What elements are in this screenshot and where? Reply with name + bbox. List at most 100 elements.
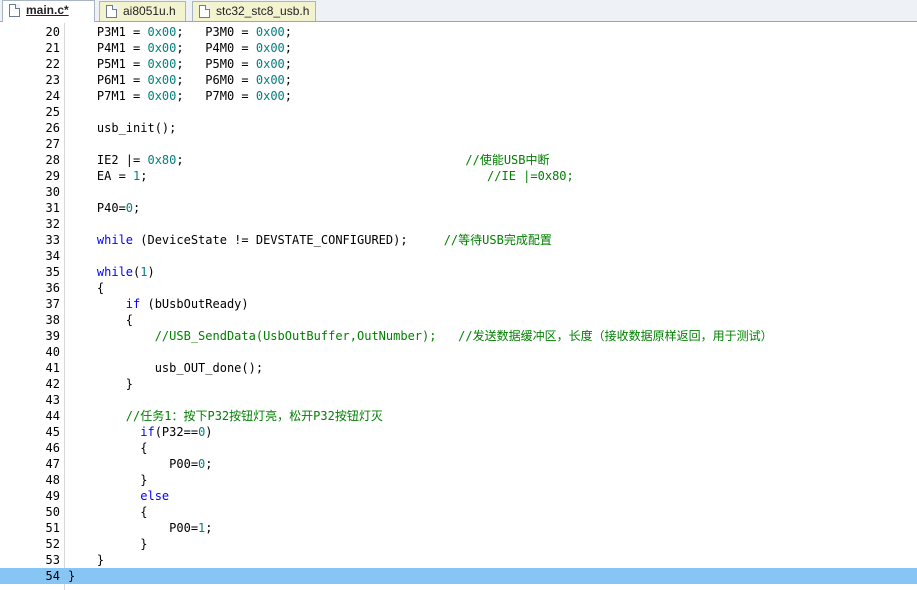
code-text: usb_init();: [68, 120, 176, 136]
line-number: 34: [45, 249, 60, 263]
line-number: 35: [45, 265, 60, 279]
code-line[interactable]: 43: [0, 392, 917, 408]
line-number: 44: [45, 409, 60, 423]
code-line[interactable]: 33 while (DeviceState != DEVSTATE_CONFIG…: [0, 232, 917, 248]
code-line[interactable]: 25: [0, 104, 917, 120]
code-token: P6M1 =: [68, 73, 148, 87]
code-line[interactable]: 44 //任务1：按下P32按钮灯亮，松开P32按钮灯灭: [0, 408, 917, 424]
code-line[interactable]: 45 if(P32==0): [0, 424, 917, 440]
line-number: 37: [45, 297, 60, 311]
code-text: }: [68, 552, 104, 568]
code-token: usb_init();: [68, 121, 177, 135]
code-token: (DeviceState != DEVSTATE_CONFIGURED);: [133, 233, 444, 247]
line-number: 49: [45, 489, 60, 503]
line-number: 39: [45, 329, 60, 343]
code-line[interactable]: 23 P6M1 = 0x00; P6M0 = 0x00;: [0, 72, 917, 88]
line-number: 47: [45, 457, 60, 471]
code-comment: //IE |=0x80;: [487, 169, 574, 183]
code-token: ;: [140, 169, 488, 183]
line-number: 20: [45, 25, 60, 39]
code-number: 0: [125, 201, 134, 215]
code-comment: //等待USB完成配置: [443, 233, 552, 247]
code-keyword: if: [140, 425, 155, 439]
line-number: 50: [45, 505, 60, 519]
code-text: }: [68, 376, 133, 392]
code-line[interactable]: 50 {: [0, 504, 917, 520]
code-token: }: [68, 377, 134, 391]
code-line[interactable]: 35 while(1): [0, 264, 917, 280]
code-token: P3M1 =: [68, 25, 148, 39]
code-token: ;: [284, 25, 293, 39]
code-number: 0x00: [147, 89, 177, 103]
code-text: P7M1 = 0x00; P7M0 = 0x00;: [68, 88, 292, 104]
code-line[interactable]: 48 }: [0, 472, 917, 488]
code-text: usb_OUT_done();: [68, 360, 263, 376]
code-number: 0x00: [255, 89, 285, 103]
code-line[interactable]: 24 P7M1 = 0x00; P7M0 = 0x00;: [0, 88, 917, 104]
tab-stc32-stc8-usb-h[interactable]: stc32_stc8_usb.h: [192, 1, 316, 21]
code-line[interactable]: 49 else: [0, 488, 917, 504]
code-text: P5M1 = 0x00; P5M0 = 0x00;: [68, 56, 292, 72]
code-number: 0x00: [147, 57, 177, 71]
tab-ai8051u-h[interactable]: ai8051u.h: [99, 1, 186, 21]
code-text: else: [68, 488, 169, 504]
code-text: EA = 1; //IE |=0x80;: [68, 168, 574, 184]
code-token: P00=: [68, 521, 199, 535]
code-keyword: if: [125, 297, 141, 311]
code-line[interactable]: 37 if (bUsbOutReady): [0, 296, 917, 312]
code-line[interactable]: 41 usb_OUT_done();: [0, 360, 917, 376]
code-line[interactable]: 30: [0, 184, 917, 200]
code-editor[interactable]: 20 P3M1 = 0x00; P3M0 = 0x00; 21 P4M1 = 0x…: [0, 23, 917, 590]
line-number: 33: [45, 233, 60, 247]
code-line[interactable]: 22 P5M1 = 0x00; P5M0 = 0x00;: [0, 56, 917, 72]
code-token: {: [68, 281, 105, 295]
code-token: ;: [284, 89, 293, 103]
code-line[interactable]: 28 IE2 |= 0x80; //使能USB中断: [0, 152, 917, 168]
code-keyword: while: [96, 265, 134, 279]
code-line[interactable]: 38 {: [0, 312, 917, 328]
code-line[interactable]: 26 usb_init();: [0, 120, 917, 136]
code-token: ): [205, 425, 213, 439]
tab-main-c[interactable]: main.c*: [2, 0, 95, 22]
code-line[interactable]: 40: [0, 344, 917, 360]
code-line[interactable]: 20 P3M1 = 0x00; P3M0 = 0x00;: [0, 24, 917, 40]
tab-label: ai8051u.h: [123, 4, 176, 18]
line-number: 41: [45, 361, 60, 375]
code-token: ;: [205, 457, 213, 471]
code-token: }: [68, 569, 76, 583]
code-text: while(1): [68, 264, 155, 280]
code-token: IE2 |=: [68, 153, 148, 167]
code-line[interactable]: 51 P00=1;: [0, 520, 917, 536]
code-token: {: [68, 505, 148, 519]
code-line[interactable]: 32: [0, 216, 917, 232]
code-token: ;: [176, 153, 466, 167]
line-number: 46: [45, 441, 60, 455]
code-text: //USB_SendData(UsbOutBuffer,OutNumber); …: [68, 328, 773, 344]
code-line[interactable]: 54}: [0, 568, 917, 584]
code-token: ; P6M0 =: [176, 73, 256, 87]
code-line[interactable]: 27: [0, 136, 917, 152]
code-line[interactable]: 39 //USB_SendData(UsbOutBuffer,OutNumber…: [0, 328, 917, 344]
code-lines: 20 P3M1 = 0x00; P3M0 = 0x00; 21 P4M1 = 0x…: [0, 24, 917, 584]
line-number: 53: [45, 553, 60, 567]
code-token: }: [68, 553, 105, 567]
code-text: }: [68, 536, 147, 552]
code-line[interactable]: 42 }: [0, 376, 917, 392]
code-line[interactable]: 47 P00=0;: [0, 456, 917, 472]
code-line[interactable]: 46 {: [0, 440, 917, 456]
code-text: //任务1：按下P32按钮灯亮，松开P32按钮灯灭: [68, 408, 383, 424]
line-number: 27: [45, 137, 60, 151]
code-line[interactable]: 29 EA = 1; //IE |=0x80;: [0, 168, 917, 184]
code-text: if (bUsbOutReady): [68, 296, 249, 312]
code-line[interactable]: 34: [0, 248, 917, 264]
code-line[interactable]: 21 P4M1 = 0x00; P4M0 = 0x00;: [0, 40, 917, 56]
line-number: 51: [45, 521, 60, 535]
code-token: EA =: [68, 169, 134, 183]
file-icon: [9, 4, 20, 17]
code-line[interactable]: 36 {: [0, 280, 917, 296]
code-line[interactable]: 53 }: [0, 552, 917, 568]
code-line[interactable]: 31 P40=0;: [0, 200, 917, 216]
code-line[interactable]: 52 }: [0, 536, 917, 552]
